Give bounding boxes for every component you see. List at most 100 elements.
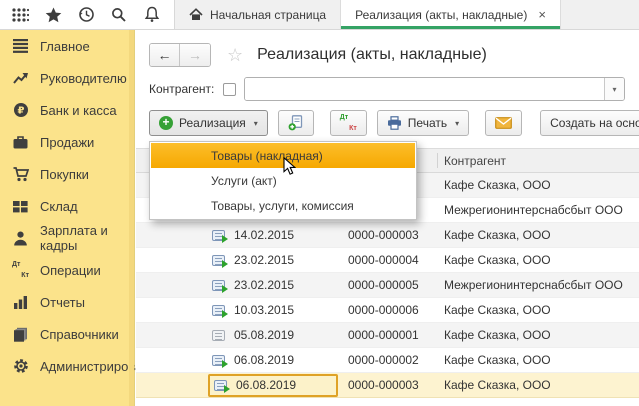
combobox-dropdown-button[interactable]: ▾	[604, 78, 624, 100]
tab-home-page[interactable]: Начальная страница	[175, 0, 341, 29]
toolbar: + Реализация ▾ ДтКт Печать ▾	[149, 109, 639, 137]
print-label: Печать	[408, 116, 447, 130]
favorites-star-icon[interactable]	[43, 5, 63, 25]
document-status-icon	[212, 280, 225, 291]
main-menu-grid-icon[interactable]	[10, 5, 30, 25]
nav-history-buttons: ← →	[149, 43, 211, 67]
table-row[interactable]: 05.08.2019 0000-000001 Кафе Сказка, ООО	[136, 323, 639, 348]
sidebar-item-label: Операции	[40, 263, 101, 278]
cell-date: 10.03.2015	[234, 303, 294, 317]
sidebar-item-purchases[interactable]: Покупки	[0, 158, 134, 190]
create-realization-label: Реализация	[179, 116, 246, 130]
document-status-icon	[212, 230, 225, 241]
back-button[interactable]: ←	[150, 44, 180, 66]
filter-checkbox[interactable]	[223, 83, 236, 96]
tab-close-icon[interactable]: ×	[538, 7, 546, 22]
cell-date: 23.02.2015	[234, 278, 294, 292]
contragent-input[interactable]	[245, 78, 604, 100]
table-row-selected[interactable]: 06.08.2019 0000-000003 Кафе Сказка, ООО	[136, 373, 639, 398]
sidebar-item-administration[interactable]: Администрирование	[0, 350, 134, 382]
cell-date: 05.08.2019	[234, 328, 294, 342]
table-row[interactable]: 06.08.2019 0000-000002 Кафе Сказка, ООО	[136, 348, 639, 373]
sidebar-item-label: Главное	[40, 39, 90, 54]
table-row[interactable]: 23.02.2015 0000-000004 Кафе Сказка, ООО	[136, 248, 639, 273]
envelope-icon	[495, 117, 512, 129]
person-icon	[12, 230, 29, 247]
mouse-cursor	[283, 157, 296, 176]
sidebar-item-label: Продажи	[40, 135, 94, 150]
forward-button[interactable]: →	[180, 44, 210, 66]
document-status-icon	[212, 330, 225, 341]
quick-access-icons	[0, 0, 174, 29]
plus-icon: +	[159, 116, 173, 130]
tab-realization[interactable]: Реализация (акты, накладные) ×	[341, 0, 561, 29]
focused-cell[interactable]: 06.08.2019	[208, 374, 338, 397]
column-header-contragent: Контрагент	[444, 154, 506, 168]
cell-date: 06.08.2019	[236, 378, 296, 392]
history-clock-icon[interactable]	[76, 5, 96, 25]
sidebar-item-sales[interactable]: Продажи	[0, 126, 134, 158]
svg-text:₽: ₽	[17, 106, 24, 117]
sidebar-item-label: Зарплата и кадры	[40, 223, 134, 253]
sidebar-item-operations[interactable]: ДтКт Операции	[0, 254, 134, 286]
sidebar-item-bank[interactable]: ₽ Банк и касса	[0, 94, 134, 126]
top-bar: Начальная страница Реализация (акты, нак…	[0, 0, 639, 30]
sidebar-item-label: Отчеты	[40, 295, 85, 310]
sidebar-item-warehouse[interactable]: Склад	[0, 190, 134, 222]
page-title: Реализация (акты, накладные)	[257, 46, 487, 64]
cell-number: 0000-000004	[338, 253, 434, 267]
dt-kt-postings-button[interactable]: ДтКт	[330, 110, 367, 136]
tab-label: Реализация (акты, накладные)	[355, 8, 527, 22]
cell-number: 0000-000003	[338, 228, 434, 242]
shopping-cart-icon	[12, 166, 29, 183]
sidebar-item-label: Банк и касса	[40, 103, 117, 118]
table-row[interactable]: 23.02.2015 0000-000005 Межрегионинтерсна…	[136, 273, 639, 298]
cell-contragent: Кафе Сказка, ООО	[434, 353, 639, 367]
cell-contragent: Кафе Сказка, ООО	[434, 253, 639, 267]
gear-icon	[12, 358, 29, 375]
dt-kt-icon: ДтКт	[12, 262, 29, 279]
sidebar-item-salary[interactable]: Зарплата и кадры	[0, 222, 134, 254]
tab-bar-empty-space	[561, 0, 639, 29]
sidebar-item-main[interactable]: Главное	[0, 30, 134, 62]
sidebar-item-label: Руководителю	[40, 71, 127, 86]
sidebar-item-reports[interactable]: Отчеты	[0, 286, 134, 318]
cell-number: 0000-000003	[338, 378, 434, 392]
briefcase-icon	[12, 134, 29, 151]
table-row[interactable]: 10.03.2015 0000-000006 Кафе Сказка, ООО	[136, 298, 639, 323]
menu-item-goods-services-commission[interactable]: Товары, услуги, комиссия	[151, 193, 415, 218]
cell-contragent: Кафе Сказка, ООО	[434, 328, 639, 342]
create-based-on-button[interactable]: Создать на основании	[540, 110, 639, 136]
bar-chart-icon	[12, 294, 29, 311]
cell-contragent: Кафе Сказка, ООО	[434, 378, 639, 392]
table-row[interactable]: 14.02.2015 0000-000003 Кафе Сказка, ООО	[136, 223, 639, 248]
column-divider	[437, 153, 438, 168]
printer-icon	[387, 116, 402, 130]
document-status-icon	[212, 255, 225, 266]
ruble-coin-icon: ₽	[12, 102, 29, 119]
create-realization-dropdown-menu: Товары (накладная) Услуги (акт) Товары, …	[149, 141, 417, 220]
cell-date: 23.02.2015	[234, 253, 294, 267]
print-button[interactable]: Печать ▾	[377, 110, 469, 136]
sidebar-item-references[interactable]: Справочники	[0, 318, 134, 350]
document-status-icon	[212, 355, 225, 366]
copy-document-button[interactable]	[278, 110, 314, 136]
cell-number: 0000-000005	[338, 278, 434, 292]
cell-contragent: Межрегионинтерснабсбыт ООО	[434, 278, 639, 292]
send-email-button[interactable]	[485, 110, 522, 136]
cell-date: 14.02.2015	[234, 228, 294, 242]
chevron-down-icon: ▾	[254, 119, 258, 128]
filter-row: Контрагент: ▾	[149, 77, 625, 101]
create-realization-button[interactable]: + Реализация ▾	[149, 110, 268, 136]
home-icon	[189, 8, 203, 21]
sidebar-item-label: Склад	[40, 199, 78, 214]
boxes-grid-icon	[12, 198, 29, 215]
copy-document-icon	[288, 115, 304, 131]
cell-number: 0000-000001	[338, 328, 434, 342]
favorite-star-icon[interactable]: ☆	[227, 45, 243, 66]
sidebar-item-manager[interactable]: Руководителю	[0, 62, 134, 94]
tab-bar: Начальная страница Реализация (акты, нак…	[175, 0, 639, 29]
cell-contragent: Кафе Сказка, ООО	[434, 303, 639, 317]
notifications-bell-icon[interactable]	[142, 5, 162, 25]
search-icon[interactable]	[109, 5, 129, 25]
